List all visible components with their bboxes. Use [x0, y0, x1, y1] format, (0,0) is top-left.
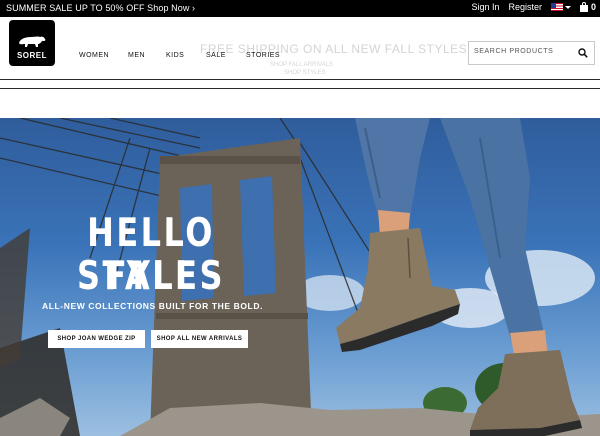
header-divider	[0, 88, 600, 119]
search-icon[interactable]	[578, 48, 588, 58]
nav-women[interactable]: WOMEN	[79, 52, 109, 59]
chevron-down-icon	[564, 5, 571, 9]
us-flag-icon	[550, 3, 563, 11]
utility-nav: Sign In Register 0	[471, 1, 596, 12]
search-box	[468, 41, 595, 65]
cart-button[interactable]: 0	[579, 1, 596, 12]
site-header: SOREL FREE SHIPPING ON ALL NEW FALL STYL…	[0, 17, 600, 80]
hero-subtitle: ALL-NEW COLLECTIONS BUILT FOR THE BOLD.	[41, 301, 264, 311]
shopping-bag-icon	[579, 1, 588, 12]
nav-men[interactable]: MEN	[128, 52, 145, 59]
shop-new-arrivals-button[interactable]: SHOP ALL NEW ARRIVALS	[151, 330, 248, 348]
promo-bar: SUMMER SALE UP TO 50% OFF Shop Now › Sig…	[0, 0, 600, 17]
nav-kids[interactable]: KIDS	[166, 52, 184, 59]
cart-count: 0	[590, 2, 596, 12]
promo-link[interactable]: SUMMER SALE UP TO 50% OFF Shop Now ›	[6, 3, 195, 13]
search-input[interactable]	[474, 48, 574, 55]
hero-banner: HELLO FALL STYLES ALL-NEW COLLECTIONS BU…	[0, 118, 600, 436]
sign-in-link[interactable]: Sign In	[471, 2, 499, 12]
shop-joan-wedge-zip-button[interactable]: SHOP JOAN WEDGE ZIP	[48, 330, 145, 348]
sorel-logo[interactable]: SOREL	[9, 20, 55, 66]
country-selector[interactable]	[550, 3, 571, 11]
register-link[interactable]: Register	[508, 2, 542, 12]
nav-stories[interactable]: STORIES	[246, 52, 280, 59]
ghost-banner-link-1: SHOP FALL ARRIVALS	[270, 62, 333, 68]
logo-wordmark: SOREL	[16, 51, 48, 60]
hero-title-line-2: STYLES	[76, 254, 226, 299]
polar-bear-icon	[19, 36, 46, 47]
nav-sale[interactable]: SALE	[206, 52, 226, 59]
ghost-shipping-banner: FREE SHIPPING ON ALL NEW FALL STYLES	[200, 42, 468, 56]
ghost-banner-link-2: SHOP STYLES	[284, 70, 326, 76]
